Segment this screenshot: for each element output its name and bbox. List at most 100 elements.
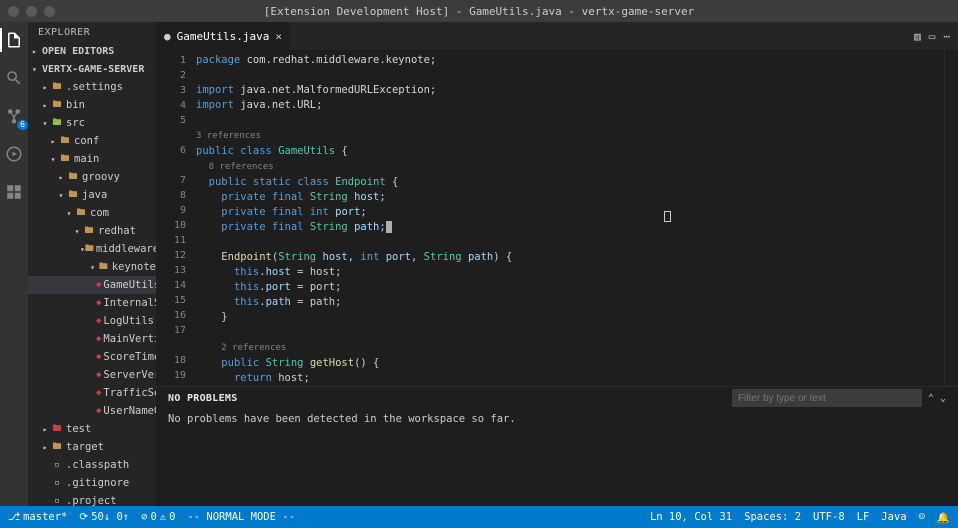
- tree-item[interactable]: ▸🖿.settings: [28, 78, 156, 96]
- tree-item[interactable]: ▸🖿conf: [28, 132, 156, 150]
- tree-item[interactable]: ◆LogUtils.java: [28, 312, 156, 330]
- eol-status[interactable]: LF: [857, 511, 870, 523]
- tree-item[interactable]: ▾🖿main: [28, 150, 156, 168]
- tree-item-label: java: [82, 189, 107, 201]
- tree-item-label: .gitignore: [66, 477, 129, 489]
- extensions-icon[interactable]: [2, 180, 26, 204]
- editor-area: ● GameUtils.java × ▥ ▭ ⋯ 1 2 3 4 5 6 7 8…: [156, 22, 958, 506]
- more-actions-icon[interactable]: ⋯: [943, 30, 950, 43]
- tree-item[interactable]: ▾🖿keynote: [28, 258, 156, 276]
- split-editor-icon[interactable]: ▥: [914, 30, 921, 43]
- close-window-button[interactable]: [8, 6, 19, 17]
- tree-item-label: bin: [66, 99, 85, 111]
- tree-item[interactable]: ◆UserNameGenerat…: [28, 402, 156, 420]
- minimize-window-button[interactable]: [26, 6, 37, 17]
- tree-item-label: conf: [74, 135, 99, 147]
- tree-item[interactable]: ◆TrafficServerVerti…: [28, 384, 156, 402]
- folder-icon: 🖿: [50, 79, 64, 95]
- tree-item[interactable]: ▸🖿bin: [28, 96, 156, 114]
- folder-icon: 🖿: [50, 97, 64, 113]
- open-editors-section[interactable]: ▸OPEN EDITORS: [28, 42, 156, 60]
- tree-item[interactable]: ◆ScoreTimerVerticl…: [28, 348, 156, 366]
- tree-item-label: .settings: [66, 81, 123, 93]
- java-file-icon: ◆: [96, 298, 101, 308]
- tree-item[interactable]: ▸🖿groovy: [28, 168, 156, 186]
- sync-status[interactable]: ⟳ 50↓ 0↑: [79, 511, 129, 523]
- tree-item[interactable]: ▸🖿test: [28, 420, 156, 438]
- tree-item[interactable]: ▫.project: [28, 492, 156, 506]
- java-file-icon: ◆: [96, 316, 101, 326]
- java-file-icon: ◆: [96, 388, 101, 398]
- close-tab-icon[interactable]: ×: [275, 30, 282, 43]
- tree-item-label: target: [66, 441, 104, 453]
- window-title: [Extension Development Host] - GameUtils…: [264, 5, 694, 18]
- tree-item-label: main: [74, 153, 99, 165]
- java-file-icon: ◆: [96, 352, 101, 362]
- tree-item[interactable]: ▫.classpath: [28, 456, 156, 474]
- collapse-panel-icon[interactable]: ⌃: [928, 393, 934, 404]
- folder-icon: 🖿: [50, 421, 64, 437]
- tree-item-label: MainVerticle.java: [103, 333, 156, 345]
- activity-bar: 6: [0, 22, 28, 506]
- notifications-icon[interactable]: 🔔: [937, 511, 950, 524]
- folder-icon: 🖿: [74, 205, 88, 221]
- tree-item[interactable]: ◆GameUtils.java: [28, 276, 156, 294]
- debug-icon[interactable]: [2, 142, 26, 166]
- tree-item[interactable]: ▾🖿com: [28, 204, 156, 222]
- editor[interactable]: 1 2 3 4 5 6 7 8 9 10 11 12 13 14 15 16 1…: [156, 50, 958, 386]
- search-icon[interactable]: [2, 66, 26, 90]
- folder-icon: 🖿: [82, 223, 96, 239]
- file-tree: ▸🖿.settings▸🖿bin▾🖿src▸🖿conf▾🖿main▸🖿groov…: [28, 78, 156, 506]
- source-control-icon[interactable]: 6: [2, 104, 26, 128]
- cursor-position[interactable]: Ln 10, Col 31: [650, 511, 732, 523]
- errors-status[interactable]: ⊘ 0 ⚠ 0: [141, 511, 175, 523]
- panel-title: NO PROBLEMS: [168, 393, 238, 404]
- tree-item-label: .project: [66, 495, 117, 506]
- tree-item-label: .classpath: [66, 459, 129, 471]
- project-section[interactable]: ▾VERTX-GAME-SERVER: [28, 60, 156, 78]
- folder-icon: 🖿: [66, 169, 80, 185]
- encoding-status[interactable]: UTF-8: [813, 511, 845, 523]
- tree-item[interactable]: ▾🖿middleware: [28, 240, 156, 258]
- feedback-icon[interactable]: ☺: [919, 511, 925, 523]
- tabs: ● GameUtils.java × ▥ ▭ ⋯: [156, 22, 958, 50]
- status-bar: ⎇ master* ⟳ 50↓ 0↑ ⊘ 0 ⚠ 0 -- NORMAL MOD…: [0, 506, 958, 528]
- tree-item-label: InternalServiceVer…: [103, 297, 156, 309]
- window-controls: [8, 6, 55, 17]
- tree-item[interactable]: ◆MainVerticle.java: [28, 330, 156, 348]
- explorer-icon[interactable]: [2, 28, 26, 52]
- tab-gameutils[interactable]: ● GameUtils.java ×: [156, 22, 291, 50]
- folder-icon: 🖿: [50, 115, 64, 131]
- line-numbers: 1 2 3 4 5 6 7 8 9 10 11 12 13 14 15 16 1…: [156, 50, 196, 386]
- minimap[interactable]: [944, 50, 958, 386]
- modified-indicator-icon: ●: [164, 30, 171, 43]
- folder-icon: 🖿: [66, 187, 80, 203]
- tree-item-label: redhat: [98, 225, 136, 237]
- tree-item[interactable]: ▾🖿java: [28, 186, 156, 204]
- expand-panel-icon[interactable]: ⌄: [940, 393, 946, 404]
- code-content[interactable]: package com.redhat.middleware.keynote; i…: [196, 50, 944, 386]
- tree-item-label: keynote: [112, 261, 156, 273]
- tree-item[interactable]: ▾🖿src: [28, 114, 156, 132]
- tree-item-label: middleware: [96, 243, 156, 255]
- toggle-panel-icon[interactable]: ▭: [929, 30, 936, 43]
- tree-item[interactable]: ◆InternalServiceVer…: [28, 294, 156, 312]
- tree-item[interactable]: ◆ServerVerticle.java: [28, 366, 156, 384]
- filter-input[interactable]: [732, 389, 922, 407]
- tree-item[interactable]: ▾🖿redhat: [28, 222, 156, 240]
- tree-item-label: ScoreTimerVerticl…: [103, 351, 156, 363]
- folder-icon: 🖿: [58, 133, 72, 149]
- file-icon: ▫: [50, 478, 64, 488]
- tree-item-label: groovy: [82, 171, 120, 183]
- branch-status[interactable]: ⎇ master*: [8, 511, 67, 523]
- language-status[interactable]: Java: [881, 511, 906, 523]
- tree-item-label: src: [66, 117, 85, 129]
- folder-icon: 🖿: [85, 241, 94, 257]
- sidebar-title: EXPLORER: [28, 22, 156, 42]
- maximize-window-button[interactable]: [44, 6, 55, 17]
- tree-item[interactable]: ▫.gitignore: [28, 474, 156, 492]
- file-icon: ▫: [50, 496, 64, 506]
- tree-item[interactable]: ▸🖿target: [28, 438, 156, 456]
- tree-item-label: TrafficServerVerti…: [103, 387, 156, 399]
- indentation-status[interactable]: Spaces: 2: [744, 511, 801, 523]
